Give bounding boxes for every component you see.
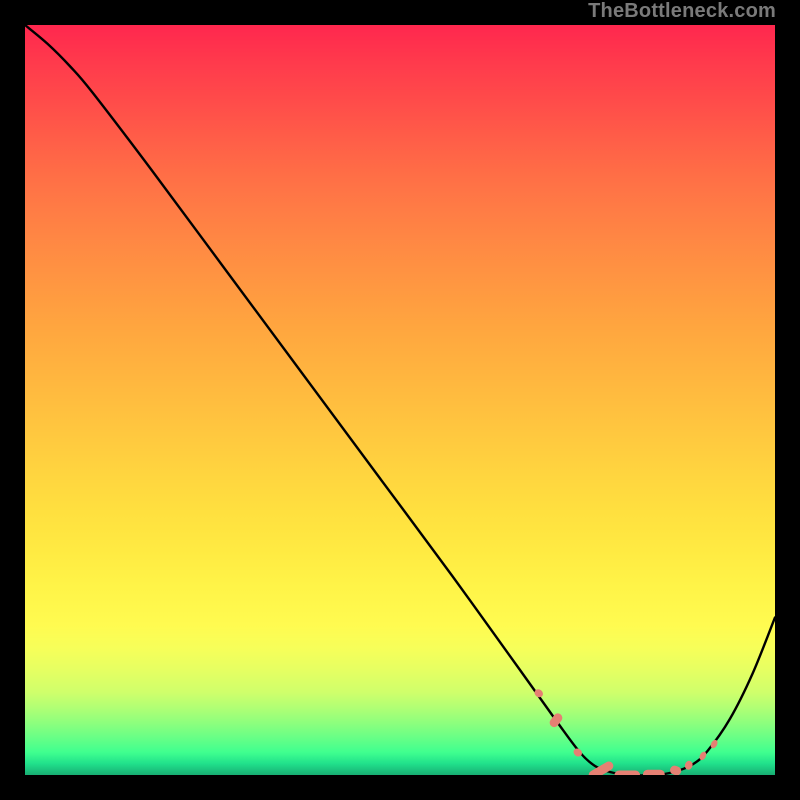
chart-curve [25, 25, 775, 775]
chart-markers [533, 688, 719, 775]
chart-frame: { "watermark": "TheBottleneck.com", "cha… [0, 0, 800, 800]
watermark-text: TheBottleneck.com [588, 0, 776, 23]
chart-svg [25, 25, 775, 775]
plot-area [23, 23, 777, 777]
